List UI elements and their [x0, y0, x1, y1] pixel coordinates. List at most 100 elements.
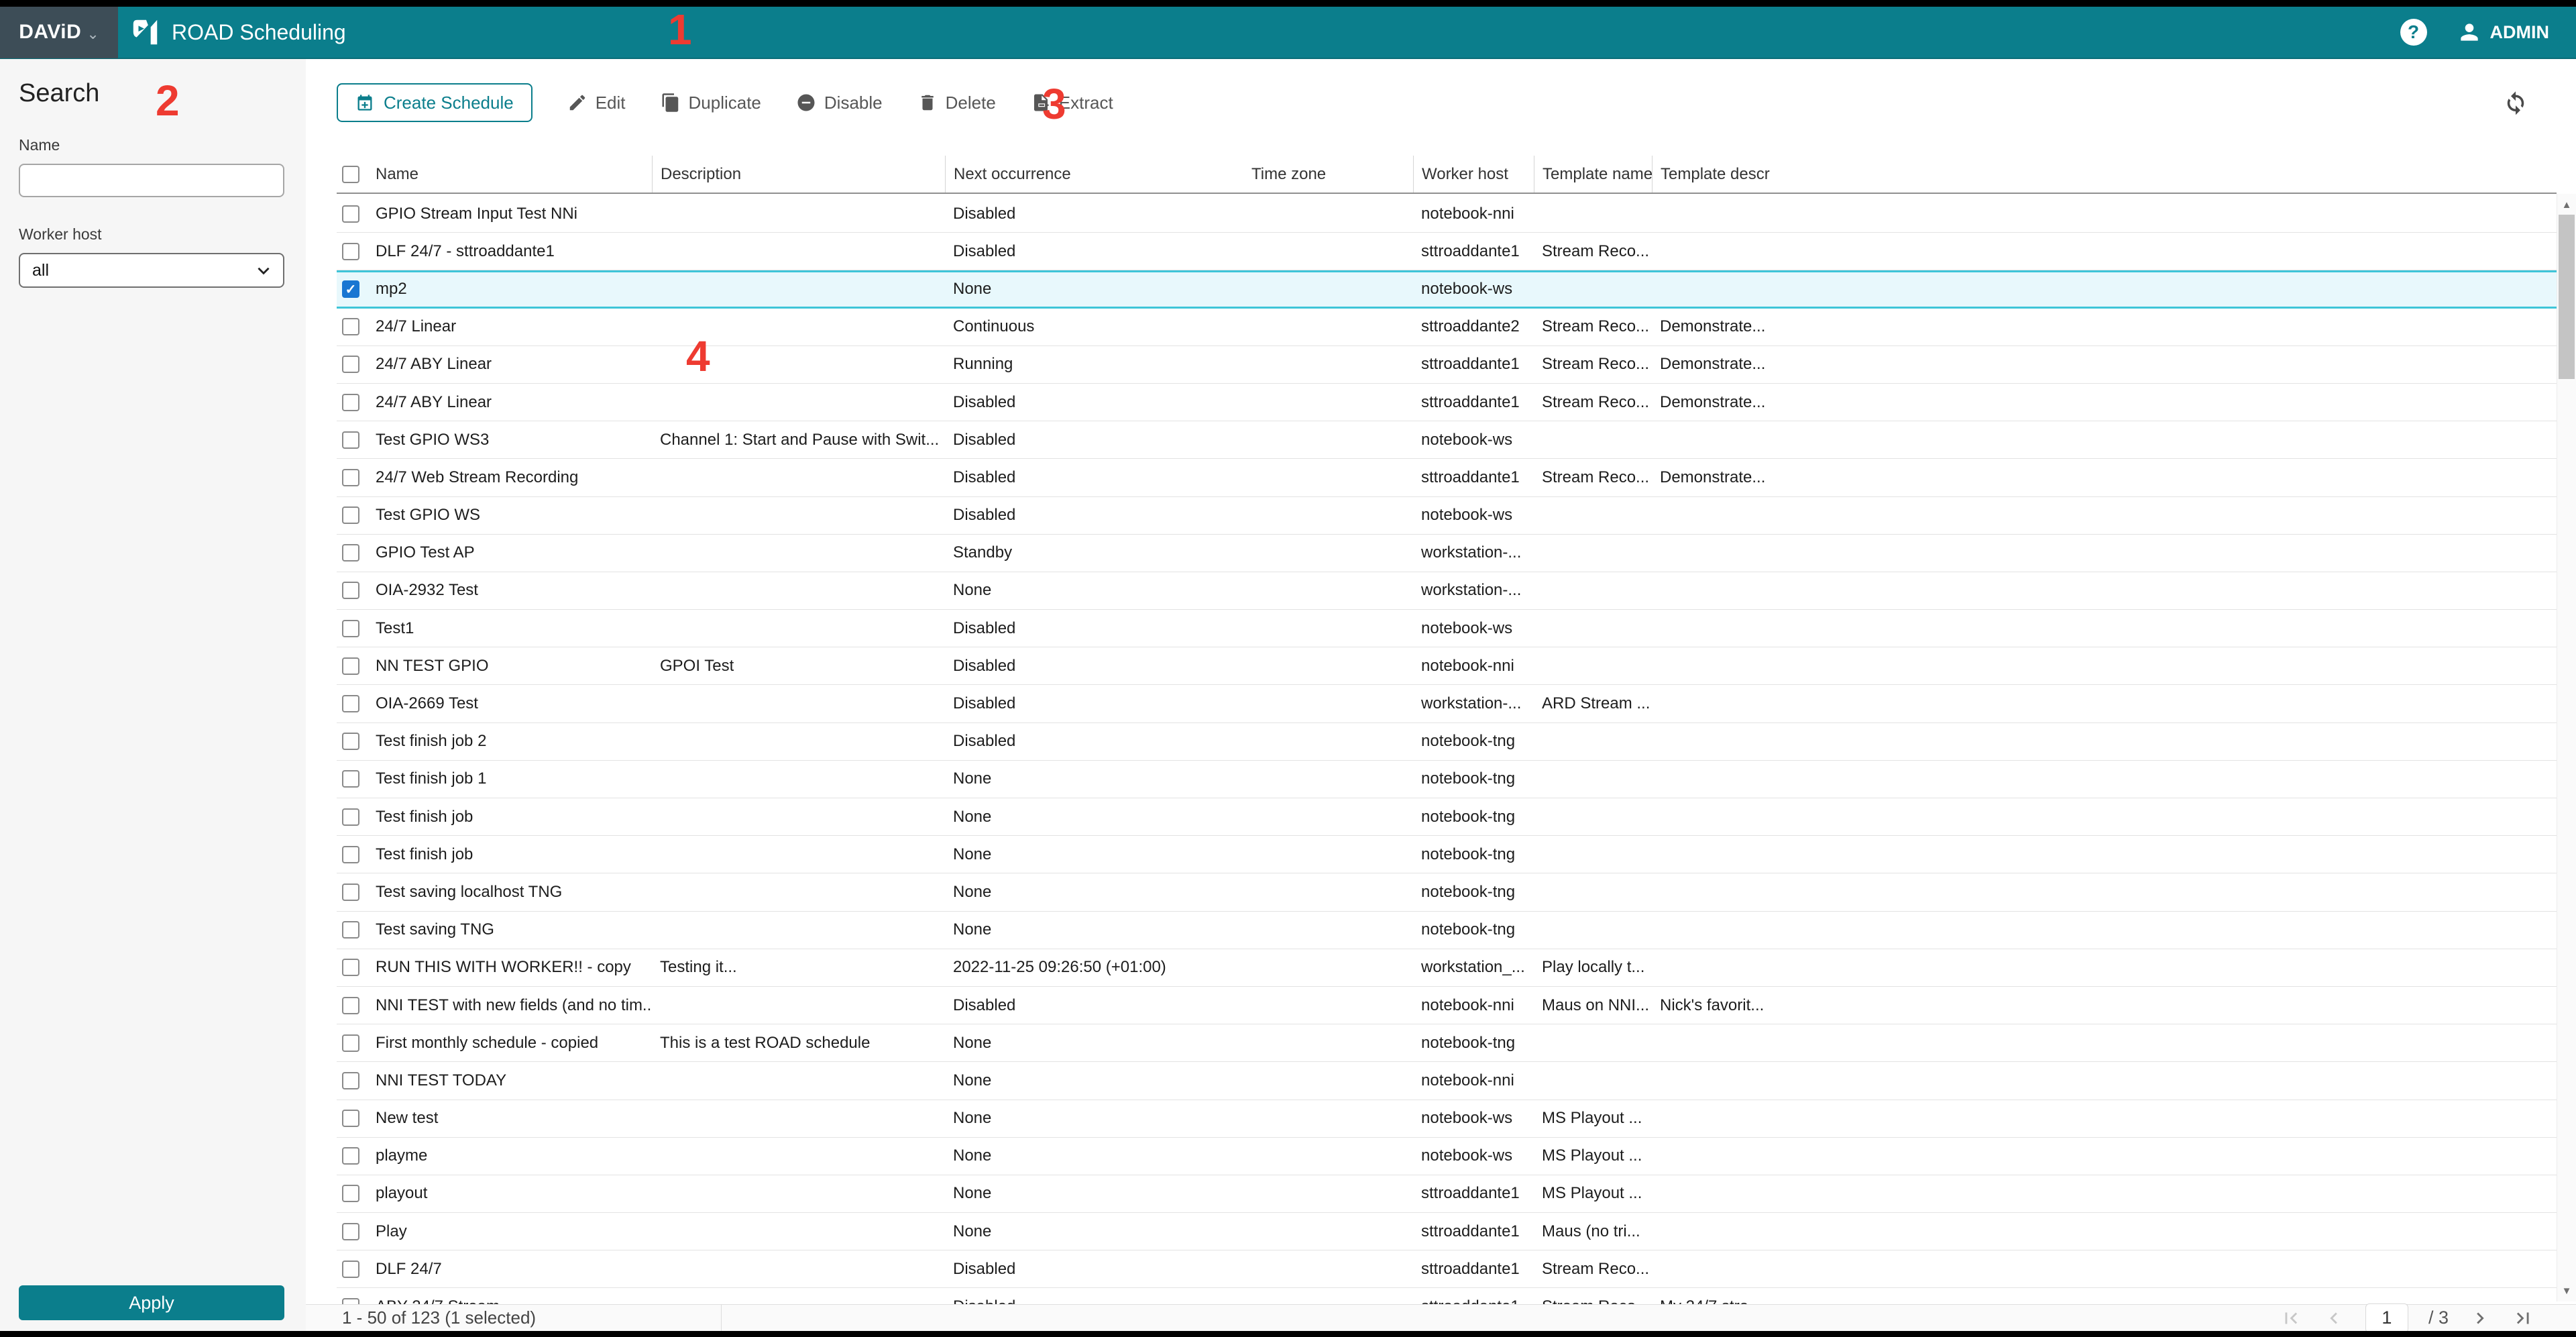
row-checkbox[interactable]	[342, 733, 359, 751]
row-checkbox[interactable]	[342, 1147, 359, 1165]
edit-button[interactable]: Edit	[567, 93, 626, 113]
row-checkbox[interactable]	[342, 393, 359, 411]
refresh-button[interactable]	[2502, 88, 2530, 118]
table-row[interactable]: 24/7 ABY Linear Running sttroaddante1 Strea…	[337, 345, 2557, 384]
column-header-name[interactable]: Name	[368, 156, 652, 193]
table-row[interactable]: ABY 24/7 Stream Disabled sttroaddante1Stre…	[337, 1288, 2557, 1304]
cell-worker: sttroaddante1	[1421, 468, 1520, 486]
table-row[interactable]: First monthly schedule - copied This is a…	[337, 1024, 2557, 1063]
worker-host-select[interactable]: all	[19, 253, 284, 288]
row-checkbox[interactable]	[342, 770, 359, 788]
table-row[interactable]: Test saving localhost TNG None notebook-tn…	[337, 873, 2557, 912]
cell-name: First monthly schedule - copied	[376, 1033, 599, 1052]
column-header-description[interactable]: Description	[652, 156, 945, 193]
scrollbar-thumb[interactable]	[2559, 215, 2575, 379]
table-row[interactable]: Test finish job 1 None notebook-tng	[337, 760, 2557, 798]
page-number-input[interactable]	[2365, 1303, 2408, 1333]
row-checkbox[interactable]	[342, 1071, 359, 1089]
last-page-button[interactable]	[2512, 1307, 2534, 1330]
row-checkbox[interactable]	[342, 1034, 359, 1052]
table-row[interactable]: NNI TEST TODAY None notebook-nni	[337, 1062, 2557, 1100]
create-schedule-button[interactable]: Create Schedule	[337, 83, 533, 122]
app-header: DAViD ⌄ ROAD Scheduling ? ADMIN	[0, 6, 2576, 59]
table-row[interactable]: Test finish job None notebook-tng	[337, 798, 2557, 837]
row-checkbox[interactable]	[342, 695, 359, 713]
table-row[interactable]: Play None sttroaddante1 Maus (no tri...	[337, 1213, 2557, 1251]
row-checkbox[interactable]	[342, 845, 359, 863]
row-checkbox[interactable]	[342, 205, 359, 223]
column-header-time-zone[interactable]: Time zone	[1243, 156, 1413, 193]
table-row[interactable]: OIA-2669 Test Disabled workstation-... ARD …	[337, 685, 2557, 723]
help-icon[interactable]: ?	[2400, 19, 2427, 46]
row-checkbox[interactable]	[342, 921, 359, 939]
column-header-template-name[interactable]: Template name	[1534, 156, 1652, 193]
table-row[interactable]: OIA-2932 Test None workstation-...	[337, 572, 2557, 610]
row-checkbox[interactable]	[342, 318, 359, 336]
first-page-icon	[2285, 1312, 2298, 1324]
search-sidebar: Search Name Worker host all Apply	[0, 59, 306, 1331]
cell-next: Disabled	[953, 430, 1016, 449]
table-row[interactable]: playout None sttroaddante1 MS Playout ...	[337, 1175, 2557, 1214]
cell-name: 24/7 ABY Linear	[376, 392, 492, 411]
name-search-input[interactable]	[19, 164, 284, 197]
row-checkbox[interactable]	[342, 242, 359, 260]
first-page-button[interactable]	[2280, 1307, 2302, 1330]
row-checkbox[interactable]	[342, 996, 359, 1014]
apply-button[interactable]: Apply	[19, 1285, 284, 1320]
table-row[interactable]: 24/7 ABY Linear Disabled sttroaddante1 Stre…	[337, 383, 2557, 422]
table-row[interactable]: 24/7 Linear Continuous sttroaddante2 Stream…	[337, 308, 2557, 346]
row-checkbox[interactable]	[342, 1110, 359, 1128]
previous-page-button[interactable]	[2322, 1307, 2345, 1330]
column-header-worker-host[interactable]: Worker host	[1413, 156, 1534, 193]
table-row[interactable]: GPIO Stream Input Test NNi Disabled notebo…	[337, 195, 2557, 233]
table-row[interactable]: RUN THIS WITH WORKER!! - copy Testing it.…	[337, 949, 2557, 987]
column-header-next-occurrence[interactable]: Next occurrence	[945, 156, 1243, 193]
table-row[interactable]: Test finish job None notebook-tng	[337, 836, 2557, 874]
brand-menu[interactable]: DAViD ⌄	[0, 6, 118, 58]
table-row[interactable]: Test saving TNG None notebook-tng	[337, 911, 2557, 949]
scroll-up-icon[interactable]: ▲	[2557, 195, 2576, 214]
column-header-template-descr[interactable]: Template descr	[1652, 156, 2557, 193]
brand-logo: DAViD	[19, 21, 82, 43]
table-row[interactable]: Test GPIO WS Disabled notebook-ws	[337, 496, 2557, 535]
table-row[interactable]: New test None notebook-ws MS Playout ...	[337, 1100, 2557, 1138]
row-checkbox[interactable]	[342, 431, 359, 449]
row-checkbox[interactable]	[342, 506, 359, 525]
row-checkbox[interactable]	[342, 1298, 359, 1304]
table-row[interactable]: GPIO Test AP Standby workstation-...	[337, 534, 2557, 572]
table-row[interactable]: DLF 24/7 - sttroaddante1 Disabled sttroadd…	[337, 233, 2557, 271]
delete-button[interactable]: Delete	[917, 93, 996, 113]
table-row[interactable]: NNI TEST with new fields (and no tim... D…	[337, 986, 2557, 1025]
row-checkbox[interactable]	[342, 1260, 359, 1278]
row-checkbox[interactable]	[342, 544, 359, 562]
row-checkbox[interactable]	[342, 619, 359, 637]
table-row[interactable]: Test GPIO WS3 Channel 1: Start and Pause …	[337, 421, 2557, 460]
table-row[interactable]: DLF 24/7 Disabled sttroaddante1 Stream Reco…	[337, 1250, 2557, 1289]
row-checkbox[interactable]	[342, 1222, 359, 1240]
row-checkbox[interactable]	[342, 468, 359, 486]
row-checkbox[interactable]	[342, 356, 359, 374]
row-checkbox[interactable]: ✓	[342, 280, 359, 299]
cell-worker: notebook-nni	[1421, 656, 1514, 675]
table-body: GPIO Stream Input Test NNi Disabled notebo…	[337, 195, 2557, 1304]
user-menu[interactable]: ADMIN	[2457, 19, 2549, 45]
row-checkbox[interactable]	[342, 883, 359, 901]
table-row[interactable]: playme None notebook-ws MS Playout ...	[337, 1137, 2557, 1175]
row-checkbox[interactable]	[342, 657, 359, 675]
table-row[interactable]: ✓ mp2 None notebook-ws	[337, 270, 2557, 309]
scroll-down-icon[interactable]: ▼	[2557, 1281, 2576, 1300]
row-checkbox[interactable]	[342, 1185, 359, 1203]
table-row[interactable]: Test finish job 2 Disabled notebook-tng	[337, 723, 2557, 761]
select-all-checkbox[interactable]	[342, 165, 359, 183]
duplicate-button[interactable]: Duplicate	[661, 93, 761, 113]
table-row[interactable]: 24/7 Web Stream Recording Disabled sttroad…	[337, 459, 2557, 497]
disable-button[interactable]: Disable	[796, 93, 883, 113]
table-row[interactable]: NN TEST GPIO GPOI Test Disabled notebook-nn…	[337, 647, 2557, 686]
cell-worker: sttroaddante1	[1421, 1184, 1520, 1203]
row-checkbox[interactable]	[342, 808, 359, 826]
row-checkbox[interactable]	[342, 582, 359, 600]
cell-worker: notebook-nni	[1421, 204, 1514, 223]
row-checkbox[interactable]	[342, 959, 359, 977]
next-page-button[interactable]	[2469, 1307, 2491, 1330]
table-row[interactable]: Test1 Disabled notebook-ws	[337, 610, 2557, 648]
